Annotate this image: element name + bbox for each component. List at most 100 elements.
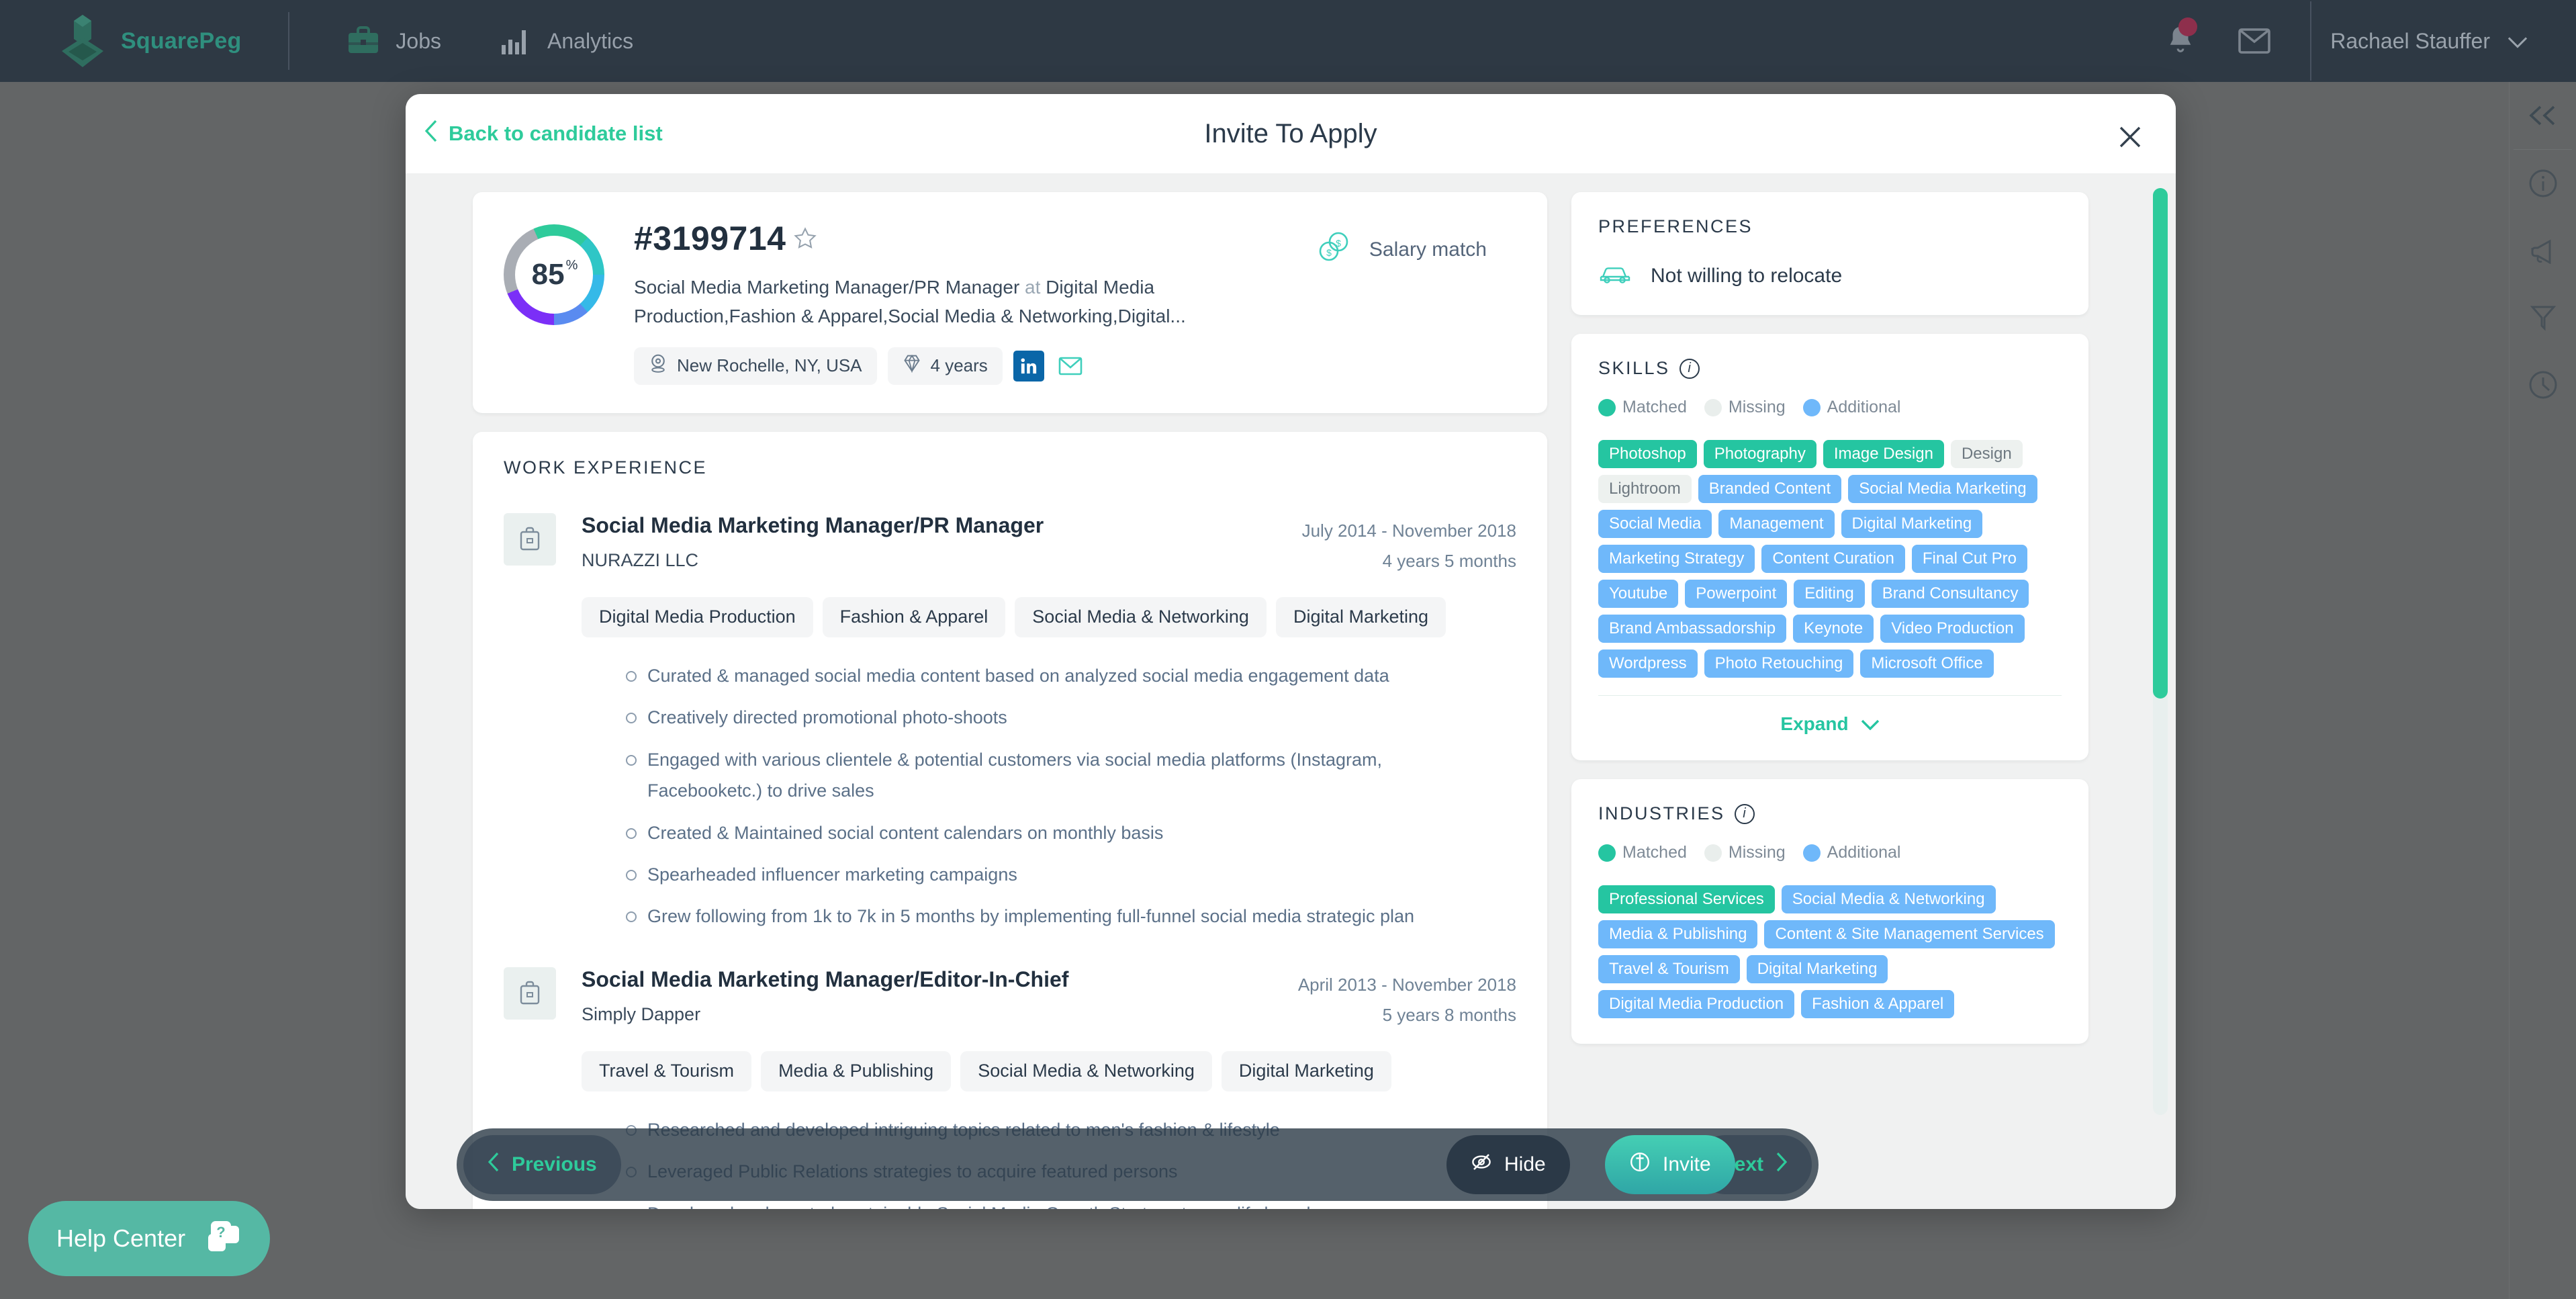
nav-right-group: Rachael Stauffer — [2144, 0, 2576, 82]
job-text: Social Media Marketing Manager/PR Manage… — [582, 513, 1302, 571]
legend-additional-label: Additional — [1827, 398, 1901, 416]
salary-match-indicator: $ $ Salary match — [1318, 231, 1487, 269]
job-title: Social Media Marketing Manager/PR Manage… — [582, 512, 1044, 537]
hide-button[interactable]: Hide — [1446, 1135, 1570, 1194]
preference-relocate-label: Not willing to relocate — [1651, 265, 1843, 287]
legend-dot-matched — [1598, 844, 1616, 862]
squarepeg-logo-icon — [58, 12, 107, 70]
job-tag: Social Media & Networking — [960, 1050, 1212, 1091]
candidate-headline-role: Social Media Marketing Manager/PR Manage… — [634, 277, 1020, 298]
envelope-icon[interactable] — [1055, 351, 1086, 382]
invite-button[interactable]: Invite — [1605, 1135, 1735, 1194]
clock-icon[interactable] — [2510, 351, 2576, 418]
job-title: Social Media Marketing Manager/Editor-In… — [582, 967, 1069, 991]
linkedin-icon[interactable] — [1013, 350, 1044, 382]
skill-pill: Brand Consultancy — [1871, 580, 2029, 608]
work-experience-item: Social Media Marketing Manager/PR Manage… — [504, 512, 1516, 932]
job-dates: April 2013 - November 2018 5 years 8 mon… — [1298, 967, 1516, 1031]
industry-pill: Social Media & Networking — [1781, 885, 1996, 913]
collapse-rail-button[interactable] — [2510, 82, 2576, 149]
user-name-label: Rachael Stauffer — [2330, 28, 2490, 53]
nav-item-analytics[interactable]: Analytics — [498, 24, 633, 58]
help-center-button[interactable]: Help Center ? — [28, 1201, 271, 1276]
chevron-down-icon — [1861, 713, 1880, 735]
brand-logo[interactable]: SquarePeg — [58, 12, 241, 70]
legend-missing-label: Missing — [1728, 398, 1786, 416]
help-center-label: Help Center — [56, 1224, 186, 1252]
briefcase-icon — [346, 24, 381, 58]
modal-left-column: 85% #3199714 Social Media Marketing Mana… — [473, 192, 1547, 1209]
candidate-experience-chip: 4 years — [887, 347, 1003, 385]
modal-right-column: PREFERENCES Not willing to relocate SKIL… — [1571, 192, 2088, 1209]
user-menu[interactable]: Rachael Stauffer — [2330, 29, 2528, 54]
skill-pill: Marketing Strategy — [1598, 545, 1755, 573]
job-bullet: Curated & managed social media content b… — [623, 660, 1449, 691]
close-icon[interactable] — [2111, 118, 2149, 156]
industries-card: INDUSTRIES i Matched Missing Additional … — [1571, 779, 2088, 1044]
legend-dot-additional — [1802, 844, 1821, 862]
preferences-title: PREFERENCES — [1598, 216, 1753, 236]
job-header: Social Media Marketing Manager/PR Manage… — [504, 512, 1516, 577]
modal-title: Invite To Apply — [1204, 118, 1377, 148]
industries-title: INDUSTRIES — [1598, 803, 1725, 823]
bar-chart-icon — [498, 24, 533, 58]
job-company: Simply Dapper — [582, 1003, 701, 1024]
info-circle-icon[interactable]: i — [1734, 803, 1755, 824]
modal-body: 85% #3199714 Social Media Marketing Mana… — [406, 173, 2176, 1209]
industry-pill: Professional Services — [1598, 885, 1775, 913]
legend-dot-matched — [1598, 398, 1616, 416]
modal-scrollbar-thumb[interactable] — [2153, 188, 2168, 699]
funnel-icon[interactable] — [2510, 284, 2576, 351]
job-tag: Digital Marketing — [1221, 1050, 1391, 1091]
map-pin-icon — [649, 353, 668, 378]
messages-button[interactable] — [2217, 0, 2291, 82]
car-icon — [1598, 263, 1632, 289]
chevron-right-icon — [1776, 1152, 1788, 1177]
legend-additional: Additional — [1802, 398, 1901, 417]
job-tag: Fashion & Apparel — [822, 596, 1006, 637]
legend-missing: Missing — [1704, 398, 1786, 417]
skill-pill: Keynote — [1793, 615, 1874, 643]
job-dates: July 2014 - November 2018 4 years 5 mont… — [1302, 513, 1516, 577]
nav-item-jobs[interactable]: Jobs — [346, 24, 441, 58]
legend-matched-label: Matched — [1622, 843, 1687, 862]
skill-pill: Content Curation — [1761, 545, 1905, 573]
skill-pill: Management — [1718, 510, 1835, 538]
expand-skills-button[interactable]: Expand — [1598, 695, 2062, 735]
skill-pill: Microsoft Office — [1860, 650, 1994, 678]
legend-dot-missing — [1704, 398, 1722, 416]
industry-pill: Digital Media Production — [1598, 990, 1795, 1018]
skill-pill: Final Cut Pro — [1911, 545, 2027, 573]
job-tag: Media & Publishing — [761, 1050, 952, 1091]
candidate-meta-chips: New Rochelle, NY, USA 4 years — [634, 347, 1516, 385]
svg-text:$: $ — [1336, 238, 1341, 249]
megaphone-icon[interactable] — [2510, 217, 2576, 284]
info-circle-icon[interactable] — [2510, 150, 2576, 217]
expand-skills-label: Expand — [1780, 713, 1849, 734]
job-bullet: Grew following from 1k to 7k in 5 months… — [623, 901, 1449, 932]
job-text: Social Media Marketing Manager/Editor-In… — [582, 967, 1298, 1025]
svg-text:$: $ — [1326, 247, 1332, 258]
chevron-left-icon — [488, 1152, 500, 1177]
candidate-experience-label: 4 years — [930, 355, 988, 376]
job-bullet: Engaged with various clientele & potenti… — [623, 744, 1449, 807]
job-date-range: April 2013 - November 2018 — [1297, 974, 1516, 995]
skill-pill: Social Media Marketing — [1848, 475, 2037, 503]
modal-header: Back to candidate list Invite To Apply — [406, 94, 2176, 173]
notifications-button[interactable] — [2144, 0, 2217, 82]
skills-title: SKILLS — [1598, 358, 1670, 378]
legend-additional-label: Additional — [1827, 843, 1901, 862]
industries-legend: Matched Missing Additional — [1598, 843, 2062, 862]
star-outline-icon[interactable] — [794, 219, 817, 258]
invite-to-apply-modal: Back to candidate list Invite To Apply 8… — [406, 94, 2176, 1209]
info-circle-icon[interactable]: i — [1679, 358, 1700, 379]
skill-pill: Powerpoint — [1685, 580, 1788, 608]
industry-pill: Fashion & Apparel — [1801, 990, 1955, 1018]
briefcase-icon — [504, 512, 556, 566]
industry-pill: Media & Publishing — [1598, 920, 1758, 948]
previous-button[interactable]: Previous — [463, 1135, 621, 1194]
skill-pill: Photography — [1703, 440, 1816, 468]
modal-scrollbar-track[interactable] — [2153, 188, 2168, 1115]
skill-pill: Photo Retouching — [1704, 650, 1854, 678]
candidate-location-chip: New Rochelle, NY, USA — [634, 347, 877, 385]
